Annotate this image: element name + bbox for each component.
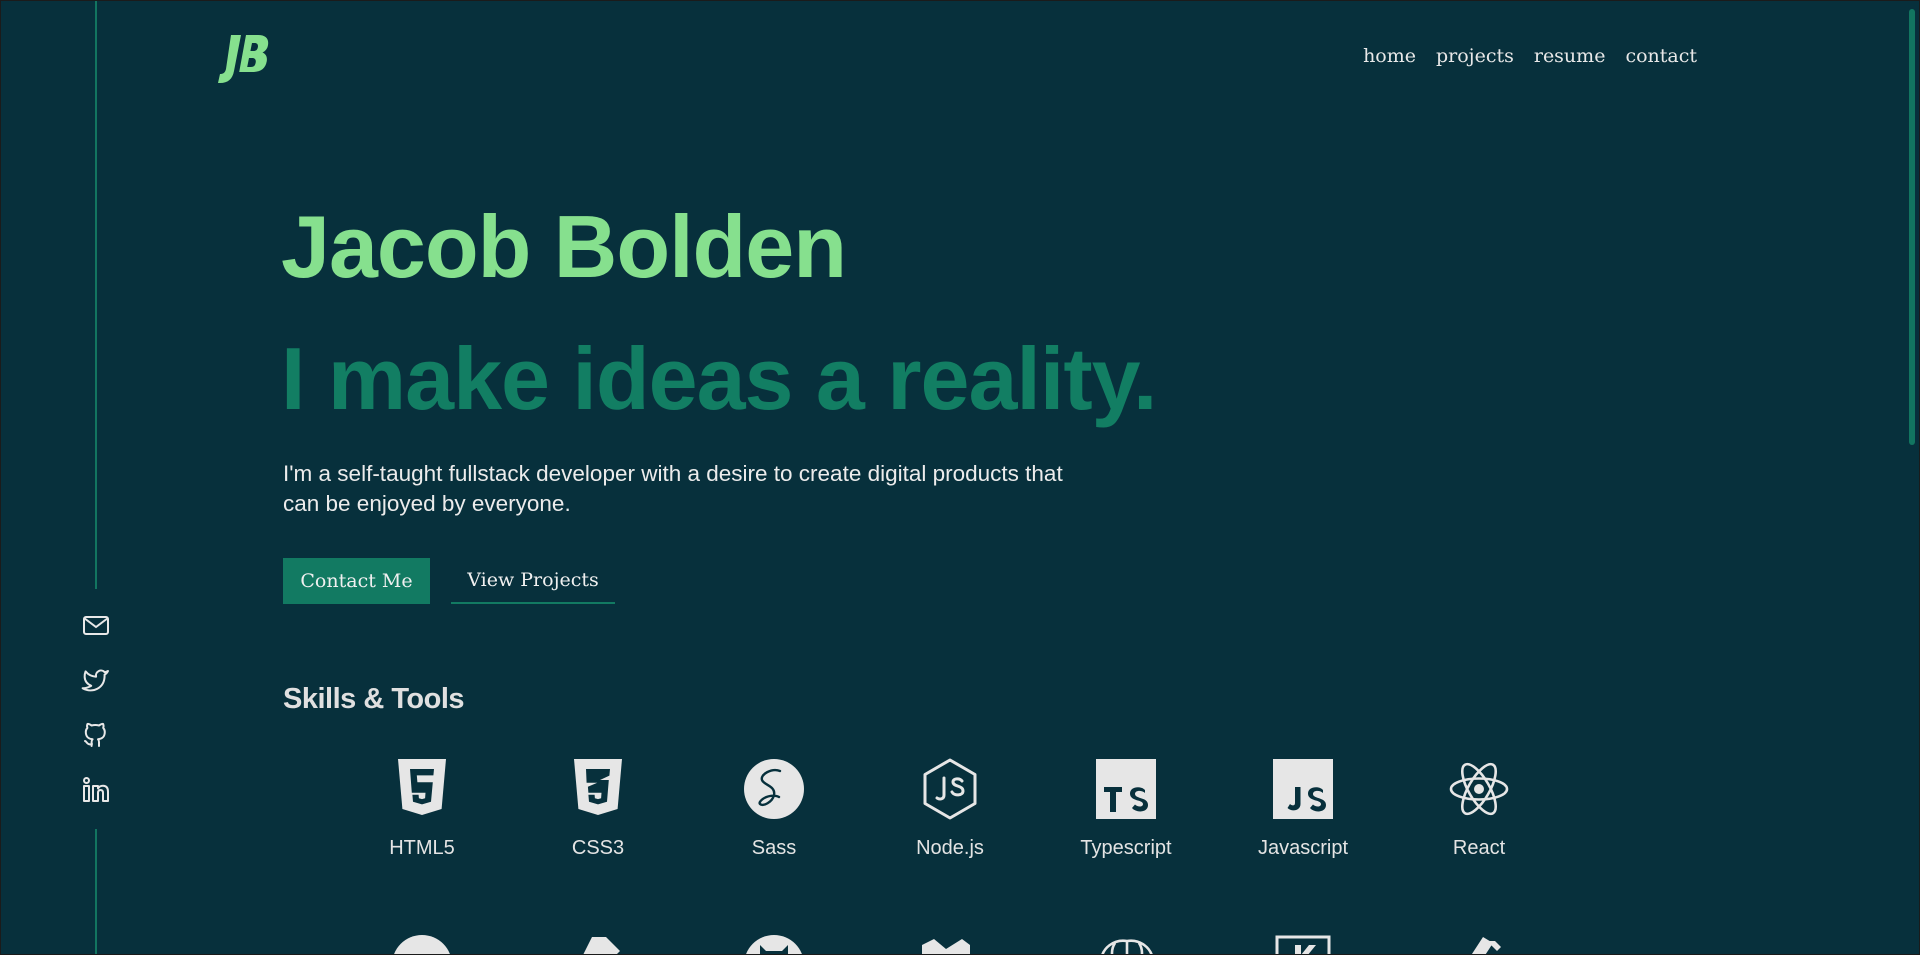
skill-label: CSS3 — [571, 837, 625, 859]
skill-item-typescript: Typescript — [1056, 757, 1196, 860]
nodejs-icon — [918, 757, 982, 821]
hero-tagline: I make ideas a reality. — [281, 329, 1157, 428]
nav-contact-link[interactable]: contact — [1625, 45, 1697, 67]
css3-icon — [566, 757, 630, 821]
hero-intro: I'm a self-taught fullstack developer wi… — [283, 461, 1063, 516]
skill-item-css3: CSS3 — [528, 757, 668, 860]
skill-item-html5: HTML5 — [352, 757, 492, 860]
logo[interactable]: JB — [213, 29, 275, 91]
sass-icon — [742, 757, 806, 821]
skill-label: Typescript — [1080, 837, 1172, 859]
main-nav: home projects resume contact — [1363, 45, 1697, 67]
skill-row2-circle-icon — [390, 933, 454, 954]
javascript-icon — [1271, 757, 1335, 821]
skill-label: Node.js — [916, 837, 984, 859]
skill-label: HTML5 — [389, 837, 455, 859]
skill-row2-postgres-icon — [1095, 933, 1159, 954]
skill-item-react: React — [1409, 757, 1549, 860]
skill-row2-github-icon — [742, 933, 806, 954]
skill-row2-pen-icon — [1447, 933, 1511, 954]
skill-item-nodejs: Node.js — [880, 757, 1020, 860]
page: JB home projects resume contact Jacob Bo… — [0, 0, 1920, 955]
skills-heading: Skills & Tools — [283, 683, 465, 715]
skill-row2-chart-icon — [918, 933, 982, 954]
scrollbar[interactable] — [1905, 1, 1919, 954]
skill-row2-tool-icon — [566, 933, 630, 954]
github-icon[interactable] — [79, 717, 113, 751]
nav-home-link[interactable]: home — [1363, 45, 1416, 67]
skill-row2-k-icon — [1271, 933, 1335, 954]
logo-mark-icon — [218, 35, 269, 83]
skill-label: Sass — [751, 837, 797, 859]
typescript-icon — [1094, 757, 1158, 821]
html5-icon — [390, 757, 454, 821]
rail-line-bottom — [95, 829, 97, 954]
hero-name: Jacob Bolden — [281, 197, 847, 296]
nav-resume-link[interactable]: resume — [1534, 45, 1606, 67]
nav-projects-link[interactable]: projects — [1436, 45, 1514, 67]
view-projects-button[interactable]: View Projects — [451, 558, 615, 604]
scrollbar-thumb[interactable] — [1909, 9, 1915, 445]
skill-item-javascript: Javascript — [1233, 757, 1373, 860]
react-icon — [1447, 757, 1511, 821]
contact-me-button[interactable]: Contact Me — [283, 558, 430, 604]
rail-line-top — [95, 1, 97, 589]
linkedin-icon[interactable] — [79, 773, 113, 807]
mail-icon[interactable] — [79, 608, 113, 642]
skill-item-sass: Sass — [704, 757, 844, 860]
twitter-icon[interactable] — [79, 662, 113, 696]
skill-label: Javascript — [1257, 837, 1349, 859]
skill-label: React — [1452, 837, 1506, 859]
